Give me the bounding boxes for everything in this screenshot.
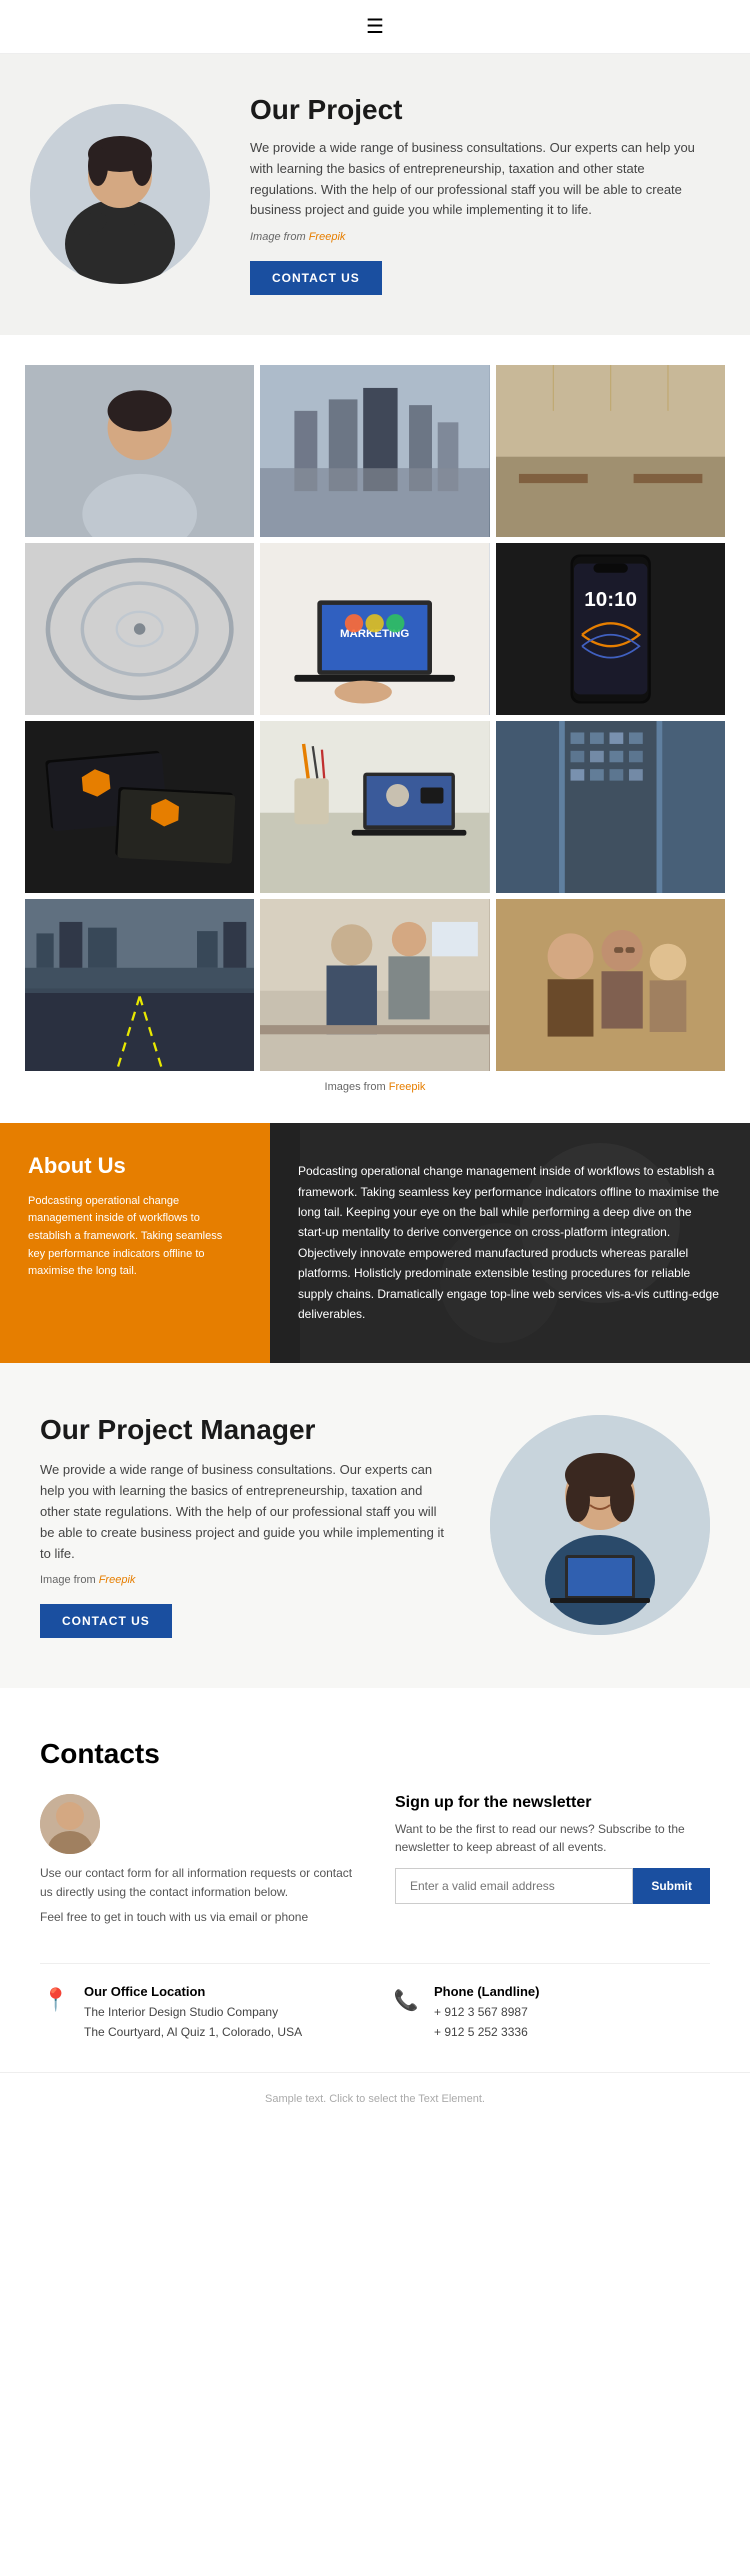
- gallery-item-11: [260, 899, 489, 1071]
- pm-content: Our Project Manager We provide a wide ra…: [40, 1413, 450, 1638]
- phone-icon: 📞: [390, 1984, 422, 2016]
- pm-image: [490, 1415, 710, 1635]
- contacts-info-row: 📍 Our Office Location The Interior Desig…: [40, 1963, 710, 2041]
- project-manager-section: Our Project Manager We provide a wide ra…: [0, 1363, 750, 1688]
- hero-content: Our Project We provide a wide range of b…: [250, 94, 700, 295]
- newsletter-title: Sign up for the newsletter: [395, 1794, 710, 1812]
- about-title: About Us: [28, 1153, 242, 1179]
- hero-section: Our Project We provide a wide range of b…: [0, 54, 750, 335]
- newsletter-form: Submit: [395, 1868, 710, 1904]
- location-icon: 📍: [40, 1984, 72, 2016]
- phone-number-1: + 912 3 567 8987: [434, 2003, 539, 2022]
- about-text-column: Podcasting operational change management…: [270, 1123, 750, 1363]
- hero-title: Our Project: [250, 94, 700, 126]
- gallery-note: Images from Freepik: [25, 1081, 725, 1093]
- about-section: About Us Podcasting operational change m…: [0, 1123, 750, 1363]
- phone-number-2: + 912 5 252 3336: [434, 2023, 539, 2042]
- navigation: ☰: [0, 0, 750, 54]
- hero-image: [30, 104, 210, 284]
- newsletter-description: Want to be the first to read our news? S…: [395, 1820, 710, 1856]
- about-orange-box: About Us Podcasting operational change m…: [0, 1123, 270, 1363]
- newsletter-email-input[interactable]: [395, 1868, 633, 1904]
- office-text: Our Office Location The Interior Design …: [84, 1984, 302, 2041]
- gallery-grid: MARKETING 10:10: [25, 365, 725, 1071]
- about-left-text: Podcasting operational change management…: [28, 1193, 242, 1281]
- office-address-line2: The Courtyard, Al Quiz 1, Colorado, USA: [84, 2023, 302, 2042]
- contacts-title: Contacts: [40, 1738, 710, 1770]
- gallery-item-1: [25, 365, 254, 537]
- gallery-item-2: [260, 365, 489, 537]
- footer: Sample text. Click to select the Text El…: [0, 2072, 750, 2121]
- pm-title: Our Project Manager: [40, 1413, 450, 1447]
- office-address-line1: The Interior Design Studio Company: [84, 2003, 302, 2022]
- gallery-freepik-link[interactable]: Freepik: [389, 1081, 426, 1093]
- gallery-item-5: MARKETING: [260, 543, 489, 715]
- pm-description: We provide a wide range of business cons…: [40, 1460, 450, 1564]
- contacts-section: Contacts Use our contact form for all in…: [0, 1688, 750, 2072]
- office-title: Our Office Location: [84, 1984, 302, 1999]
- gallery-item-8: [260, 721, 489, 893]
- gallery-item-12: [496, 899, 725, 1071]
- gallery-item-7: MARK DESIGN: [25, 721, 254, 893]
- hero-contact-button[interactable]: CONTACT US: [250, 261, 382, 295]
- gallery-item-6: 10:10: [496, 543, 725, 715]
- gallery-section: MARKETING 10:10: [0, 335, 750, 1123]
- office-info: 📍 Our Office Location The Interior Desig…: [40, 1984, 360, 2041]
- pm-contact-button[interactable]: CONTACT US: [40, 1604, 172, 1638]
- svg-text:10:10: 10:10: [584, 588, 637, 611]
- contacts-left: Use our contact form for all information…: [40, 1794, 355, 1934]
- gallery-item-10: [25, 899, 254, 1071]
- gallery-item-9: [496, 721, 725, 893]
- contacts-right: Sign up for the newsletter Want to be th…: [395, 1794, 710, 1934]
- about-right-text: Podcasting operational change management…: [298, 1161, 720, 1324]
- gallery-item-3: [496, 365, 725, 537]
- pm-image-note: Image from Freepik: [40, 1572, 450, 1590]
- footer-note: Sample text. Click to select the Text El…: [0, 2072, 750, 2121]
- newsletter-submit-button[interactable]: Submit: [633, 1868, 710, 1904]
- phone-title: Phone (Landline): [434, 1984, 539, 1999]
- gallery-item-4: [25, 543, 254, 715]
- contact-text2: Feel free to get in touch with us via em…: [40, 1908, 355, 1927]
- contact-text1: Use our contact form for all information…: [40, 1864, 355, 1902]
- hero-image-note: Image from Freepik: [250, 229, 700, 247]
- hamburger-icon[interactable]: ☰: [366, 14, 384, 39]
- contacts-top: Use our contact form for all information…: [40, 1794, 710, 1934]
- contact-avatar: [40, 1794, 100, 1854]
- phone-info: 📞 Phone (Landline) + 912 3 567 8987 + 91…: [390, 1984, 710, 2041]
- hero-description: We provide a wide range of business cons…: [250, 138, 700, 221]
- phone-text: Phone (Landline) + 912 3 567 8987 + 912 …: [434, 1984, 539, 2041]
